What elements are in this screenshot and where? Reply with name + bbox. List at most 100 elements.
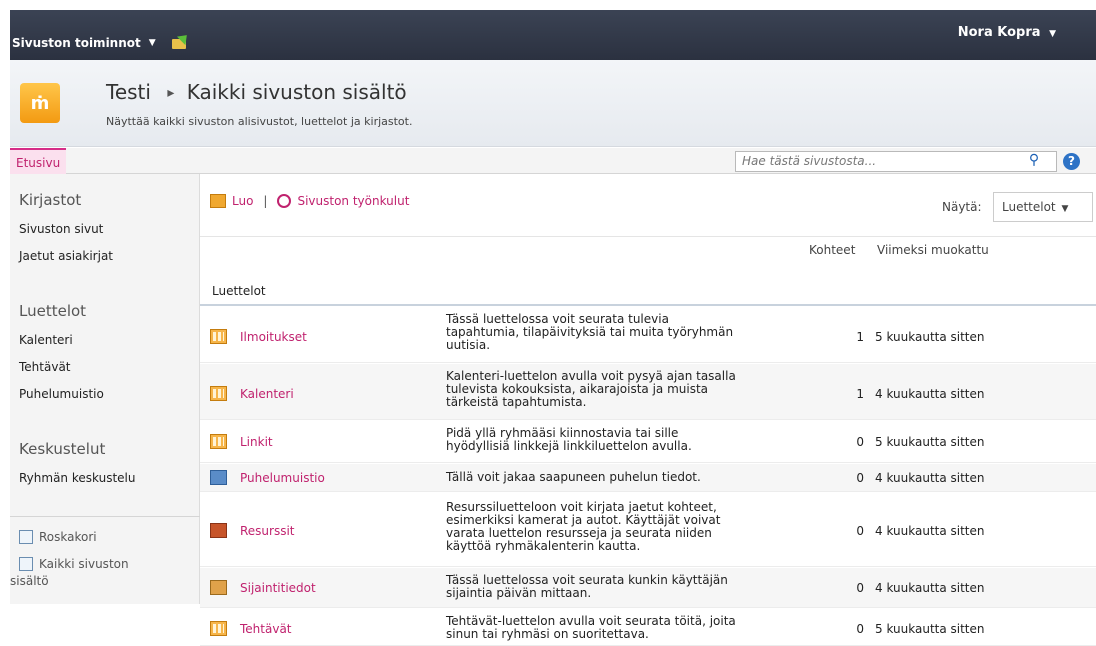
list-name-link[interactable]: Tehtävät [240,622,292,636]
top-ribbon: Sivuston toiminnot ▼ Nora Kopra ▼ [10,10,1096,60]
workflow-icon [277,194,292,208]
list-description: Resurssiluetteloon voit kirjata jaetut k… [446,501,811,553]
view-label: Näytä: [942,200,982,214]
column-header-modified[interactable]: Viimeksi muokattu [877,243,989,257]
ql-heading-libraries[interactable]: Kirjastot [19,191,81,209]
item-count: 0 [856,435,864,449]
desc-line: sijaintia päivän mittaan. [446,586,592,600]
ql-item-team-discussion[interactable]: Ryhmän keskustelu [19,471,135,485]
ql-item-tasks[interactable]: Tehtävät [19,360,71,374]
quick-launch: Kirjastot Sivuston sivut Jaetut asiakirj… [10,174,200,604]
last-modified: 5 kuukautta sitten [875,435,985,449]
links-icon [210,434,227,449]
list-description: Kalenteri-luettelon avulla voit pysyä aj… [446,370,811,409]
list-description: Pidä yllä ryhmääsi kiinnostavia tai sill… [446,427,811,453]
table-row: Resurssit Resurssiluetteloon voit kirjat… [200,493,1096,567]
breadcrumb-site[interactable]: Testi [106,80,151,104]
list-description: Tässä luettelossa voit seurata tulevia t… [446,313,811,352]
desc-line: uutisia. [446,338,491,352]
site-workflows-button[interactable]: Sivuston työnkulut [277,194,409,208]
search-input[interactable]: Hae tästä sivustosta... [735,151,1057,172]
section-title: Luettelot [212,284,266,298]
all-content-label-2: sisältö [10,574,49,588]
breadcrumb-separator-icon: ▸ [167,85,175,101]
site-logo-icon[interactable]: ṁ [20,83,60,123]
phone-icon [210,470,227,485]
desc-line: Tällä voit jakaa saapuneen puhelun tiedo… [446,470,701,484]
item-count: 0 [856,471,864,485]
list-name-link[interactable]: Kalenteri [240,387,294,401]
list-name-link[interactable]: Puhelumuistio [240,471,325,485]
page-description: Näyttää kaikki sivuston alisivustot, lue… [106,115,413,128]
section-divider [200,304,1096,306]
help-icon[interactable]: ? [1063,153,1080,170]
desc-line: hyödyllisiä linkkejä linkkiluettelon avu… [446,439,692,453]
desc-line: tärkeistä tapahtumista. [446,395,587,409]
user-name: Nora Kopra [957,25,1041,40]
table-row: Sijaintitiedot Tässä luettelossa voit se… [200,568,1096,608]
tasks-icon [210,621,227,636]
last-modified: 4 kuukautta sitten [875,524,985,538]
all-site-content-link[interactable]: Kaikki sivuston [19,557,129,571]
site-actions-label: Sivuston toiminnot [12,36,141,50]
search-icon[interactable]: ⚲ [1024,152,1044,170]
column-header-items[interactable]: Kohteet [809,243,855,257]
item-count: 1 [856,330,864,344]
list-description: Tässä luettelossa voit seurata kunkin kä… [446,574,811,600]
table-row: Puhelumuistio Tällä voit jakaa saapuneen… [200,464,1096,492]
recycle-bin-icon [19,530,33,544]
last-modified: 5 kuukautta sitten [875,330,985,344]
table-row: Ilmoitukset Tässä luettelossa voit seura… [200,307,1096,363]
recycle-bin-link[interactable]: Roskakori [19,530,97,544]
all-content-icon [19,557,33,571]
chevron-down-icon: ▼ [1061,204,1069,214]
last-modified: 5 kuukautta sitten [875,622,985,636]
table-row: Kalenteri Kalenteri-luettelon avulla voi… [200,364,1096,420]
last-modified: 4 kuukautta sitten [875,581,985,595]
ql-divider [10,516,200,517]
chevron-down-icon: ▼ [1049,29,1056,39]
ql-heading-lists[interactable]: Luettelot [19,302,86,320]
desc-line: käyttöä ryhmäkalenterin kautta. [446,539,641,553]
list-name-link[interactable]: Ilmoitukset [240,330,307,344]
ql-item-shared-documents[interactable]: Jaetut asiakirjat [19,249,113,263]
item-count: 0 [856,524,864,538]
chevron-down-icon: ▼ [148,38,156,48]
list-name-link[interactable]: Linkit [240,435,273,449]
last-modified: 4 kuukautta sitten [875,387,985,401]
location-icon [210,580,227,595]
all-content-label-1: Kaikki sivuston [39,557,129,571]
last-modified: 4 kuukautta sitten [875,471,985,485]
list-name-link[interactable]: Resurssit [240,524,295,538]
list-icon [210,329,227,344]
create-button[interactable]: Luo [210,194,253,208]
main-content: Luo | Sivuston työnkulut Näytä: Luettelo… [200,174,1096,646]
page-title: Testi ▸ Kaikki sivuston sisältö [106,80,407,104]
title-area: ṁ Testi ▸ Kaikki sivuston sisältö Näyttä… [10,60,1096,147]
site-actions-menu[interactable]: Sivuston toiminnot ▼ [12,30,191,50]
toolbar-separator: | [263,194,268,208]
calendar-icon [210,386,227,401]
item-count: 1 [856,387,864,401]
tab-home[interactable]: Etusivu [10,148,67,174]
ql-heading-discussions[interactable]: Keskustelut [19,440,105,458]
site-workflows-label: Sivuston työnkulut [297,194,410,208]
item-count: 0 [856,622,864,636]
ql-item-calendar[interactable]: Kalenteri [19,333,73,347]
ql-item-site-pages[interactable]: Sivuston sivut [19,222,103,236]
resources-icon [210,523,227,538]
navigate-up-icon[interactable] [171,30,191,50]
desc-line: sinun tai ryhmäsi on suoritettava. [446,627,649,641]
list-description: Tällä voit jakaa saapuneen puhelun tiedo… [446,471,811,484]
list-name-link[interactable]: Sijaintitiedot [240,581,316,595]
user-menu[interactable]: Nora Kopra ▼ [958,25,1056,40]
desc-line: tapahtumia, tilapäivityksiä tai muita ty… [446,325,734,339]
view-select[interactable]: Luettelot ▼ [993,192,1093,222]
create-icon [210,194,226,208]
table-row: Tehtävät Tehtävät-luettelon avulla voit … [200,609,1096,646]
view-select-value: Luettelot [1002,200,1056,214]
create-label: Luo [232,194,254,208]
all-site-content-link-line2[interactable]: sisältö [10,574,49,588]
top-link-bar: Etusivu Hae tästä sivustosta... ⚲ ? [10,148,1096,174]
ql-item-phone-memo[interactable]: Puhelumuistio [19,387,104,401]
